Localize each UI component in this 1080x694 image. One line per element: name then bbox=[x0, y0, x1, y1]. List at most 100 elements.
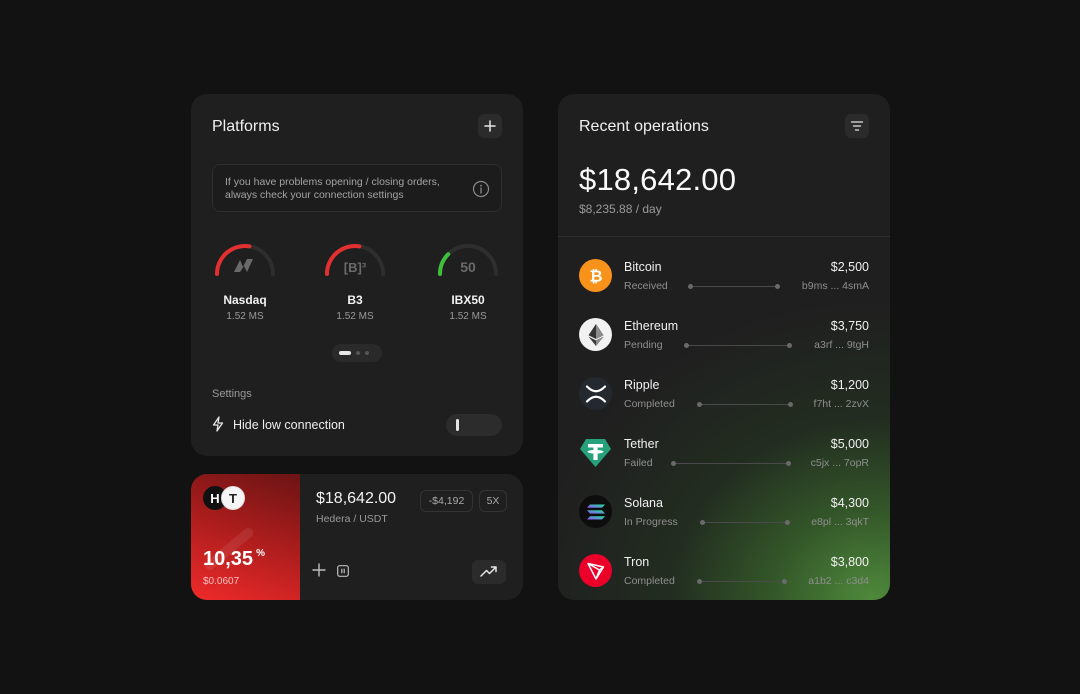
operation-address: a1b2 ... c3d4 bbox=[808, 575, 869, 587]
operation-row-ethereum[interactable]: Ethereum Pending $3,750 a3rf ... 9tgH bbox=[579, 318, 869, 352]
platform-gauges: Nasdaq 1.52 MS [B]³ B3 1.52 MS 50 IBX50 … bbox=[191, 238, 523, 328]
gauge-b3[interactable]: [B]³ B3 1.52 MS bbox=[310, 238, 400, 322]
trending-up-icon bbox=[480, 566, 497, 577]
setting-label: Hide low connection bbox=[233, 418, 345, 432]
operation-status: Pending bbox=[624, 339, 663, 351]
operation-row-ripple[interactable]: Ripple Completed $1,200 f7ht ... 2zvX bbox=[579, 377, 869, 411]
solana-icon bbox=[579, 495, 612, 528]
operation-status: Completed bbox=[624, 398, 675, 410]
operation-name: Bitcoin bbox=[624, 260, 662, 274]
bolt-icon bbox=[212, 416, 224, 432]
hide-low-connection-toggle[interactable] bbox=[446, 414, 502, 436]
operation-address: f7ht ... 2zvX bbox=[813, 398, 869, 410]
gauge-level-arc bbox=[215, 244, 252, 276]
tron-icon bbox=[579, 554, 612, 587]
operation-amount: $5,000 bbox=[830, 437, 869, 451]
trade-percent: 10,35% bbox=[203, 548, 265, 571]
gauge-level-arc bbox=[438, 252, 451, 276]
operation-name: Ripple bbox=[624, 378, 660, 392]
operation-status: In Progress bbox=[624, 516, 678, 528]
transfer-track bbox=[697, 402, 793, 407]
ethereum-icon bbox=[579, 318, 612, 351]
operation-amount: $3,750 bbox=[830, 319, 869, 333]
transfer-track bbox=[688, 284, 780, 289]
operations-total: $18,642.00 bbox=[579, 162, 737, 197]
gauge-latency: 1.52 MS bbox=[449, 311, 487, 322]
gauge-latency: 1.52 MS bbox=[336, 311, 374, 322]
operation-status: Received bbox=[624, 280, 668, 292]
operation-row-solana[interactable]: Solana In Progress $4,300 e8pl ... 3qkT bbox=[579, 495, 869, 529]
nasdaq-gauge bbox=[215, 244, 275, 276]
operation-address: b9ms ... 4smA bbox=[801, 280, 869, 292]
plus-icon bbox=[484, 120, 496, 132]
bitcoin-icon: ₿ bbox=[579, 259, 612, 292]
operation-status: Failed bbox=[624, 457, 653, 469]
hide-low-connection-setting: Hide low connection bbox=[212, 414, 502, 436]
pager-dot-active[interactable] bbox=[339, 351, 351, 355]
operation-name: Solana bbox=[624, 496, 663, 510]
operation-address: a3rf ... 9tgH bbox=[814, 339, 869, 351]
operation-name: Tether bbox=[624, 437, 659, 451]
tether-coin-icon: T bbox=[221, 486, 245, 510]
operation-address: e8pl ... 3qkT bbox=[811, 516, 869, 528]
gauge-nasdaq[interactable]: Nasdaq 1.52 MS bbox=[200, 238, 290, 322]
gauge-latency: 1.52 MS bbox=[226, 311, 264, 322]
ripple-icon bbox=[579, 377, 612, 410]
plus-icon[interactable] bbox=[312, 563, 326, 577]
gauge-name: B3 bbox=[347, 293, 363, 307]
operation-row-bitcoin[interactable]: ₿ Bitcoin Received $2,500 b9ms ... 4smA bbox=[579, 259, 869, 293]
operation-amount: $4,300 bbox=[830, 496, 869, 510]
trade-pair: Hedera / USDT bbox=[316, 513, 388, 525]
filter-icon bbox=[851, 121, 863, 131]
filter-button[interactable] bbox=[845, 114, 869, 138]
operation-amount: $2,500 bbox=[830, 260, 869, 274]
operation-amount: $3,800 bbox=[830, 555, 869, 569]
operation-row-tron[interactable]: Tron Completed $3,800 a1b2 ... c3d4 bbox=[579, 554, 869, 588]
platforms-title: Platforms bbox=[212, 118, 280, 135]
platforms-card: Platforms If you have problems opening /… bbox=[191, 94, 523, 456]
gauge-ibx50[interactable]: 50 IBX50 1.52 MS bbox=[423, 238, 513, 322]
operation-amount: $1,200 bbox=[830, 378, 869, 392]
leverage-chip[interactable]: 5X bbox=[479, 490, 507, 512]
trade-price: $18,642.00 bbox=[316, 490, 397, 507]
ibx50-logo-icon: 50 bbox=[460, 259, 476, 275]
pause-icon[interactable] bbox=[337, 565, 349, 577]
percent-unit: % bbox=[256, 548, 265, 559]
trade-performance-panel: H T 10,35% $0.0607 bbox=[191, 474, 300, 600]
gauge-name: Nasdaq bbox=[223, 293, 267, 307]
connection-notice: If you have problems opening / closing o… bbox=[212, 164, 502, 212]
operation-name: Ethereum bbox=[624, 319, 679, 333]
change-chip: -$4,192 bbox=[420, 490, 473, 512]
add-platform-button[interactable] bbox=[478, 114, 502, 138]
trade-percent-sub: $0.0607 bbox=[203, 576, 240, 587]
notice-text: If you have problems opening / closing o… bbox=[225, 176, 440, 201]
transfer-track bbox=[671, 461, 791, 466]
transfer-track bbox=[700, 520, 790, 525]
b3-logo-icon: [B]³ bbox=[344, 260, 367, 275]
svg-text:₿: ₿ bbox=[589, 267, 602, 285]
pager-dot[interactable] bbox=[356, 351, 360, 355]
operation-status: Completed bbox=[624, 575, 675, 587]
operations-title: Recent operations bbox=[579, 118, 709, 135]
transfer-track bbox=[684, 343, 792, 348]
toggle-knob bbox=[456, 419, 459, 431]
nasdaq-logo-icon bbox=[234, 259, 253, 272]
info-icon[interactable] bbox=[472, 180, 490, 198]
trend-chart-button[interactable] bbox=[472, 560, 506, 584]
operation-address: c5jx ... 7opR bbox=[810, 457, 869, 469]
gauge-name: IBX50 bbox=[451, 293, 485, 307]
operation-name: Tron bbox=[624, 555, 650, 569]
percent-value: 10,35 bbox=[203, 548, 254, 570]
trade-card[interactable]: H T 10,35% $0.0607 $18,642.00 Hedera / U… bbox=[191, 474, 523, 600]
b3-gauge: [B]³ bbox=[325, 244, 385, 276]
tether-icon bbox=[579, 436, 612, 469]
gauge-pager[interactable] bbox=[332, 344, 382, 362]
settings-label: Settings bbox=[212, 388, 252, 400]
operation-row-tether[interactable]: Tether Failed $5,000 c5jx ... 7opR bbox=[579, 436, 869, 470]
divider bbox=[558, 236, 890, 237]
operations-per-day: $8,235.88 / day bbox=[579, 202, 662, 216]
transfer-track bbox=[697, 579, 787, 584]
pager-dot[interactable] bbox=[365, 351, 369, 355]
ibx50-gauge: 50 bbox=[438, 244, 498, 276]
recent-operations-card: Recent operations $18,642.00 $8,235.88 /… bbox=[558, 94, 890, 600]
